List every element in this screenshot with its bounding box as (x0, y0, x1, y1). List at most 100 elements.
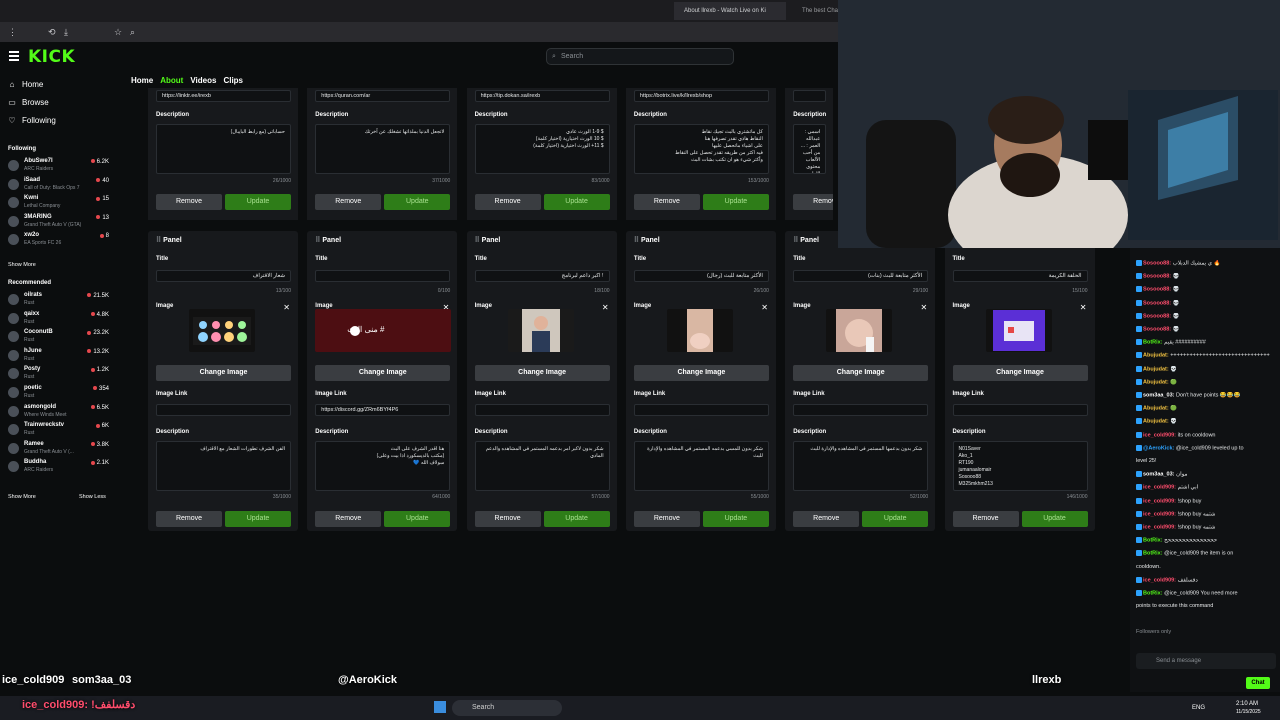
chat-username[interactable]: som3aa_03: (1143, 392, 1175, 398)
channel-item[interactable]: Posty Rust 1.2K (8, 366, 109, 382)
title-field[interactable]: ! اكبر داعم لبرنامج (474, 270, 610, 282)
description-field[interactable]: $ 1-9 الورث عادي $ 10 الورث اختيارية (اخ… (474, 124, 610, 174)
chat-username[interactable]: ice_cold909: (1143, 511, 1176, 517)
remove-button[interactable]: Remove (156, 511, 222, 527)
channel-item[interactable]: oilrats Rust 21.5K (8, 292, 109, 308)
chat-username[interactable]: Abujudat: (1143, 366, 1169, 372)
chat-username[interactable]: Sosooo88: (1143, 326, 1171, 332)
change-image-button[interactable]: Change Image (315, 365, 451, 381)
remove-button[interactable]: Remove (633, 511, 700, 527)
description-field[interactable]: الفن الشرف تطورات الشعار مع الاقتراف (156, 441, 291, 491)
chat-username[interactable]: BotRix: (1143, 551, 1163, 557)
image-link-field[interactable] (474, 404, 610, 416)
nav-browse[interactable]: ▭ Browse (8, 98, 48, 107)
chat-username[interactable]: Abujudat: (1143, 419, 1169, 425)
link-field[interactable]: https://botrix.live/k/llrexb/shop (633, 90, 769, 102)
chat-username[interactable]: Sosooo88: (1143, 287, 1171, 293)
panel-heading[interactable]: Panel (475, 236, 501, 244)
chat-username[interactable]: Abujudat: (1143, 379, 1169, 385)
title-field[interactable]: شعار الاقتراف (156, 270, 291, 282)
remove-button[interactable]: Remove (474, 194, 541, 210)
taskbar-search[interactable]: Search (452, 700, 562, 716)
image-link-field[interactable] (952, 404, 1088, 416)
chat-send-button[interactable]: Chat (1246, 677, 1270, 689)
panel-heading[interactable]: Panel (634, 236, 660, 244)
show-more-following[interactable]: Show More (8, 262, 36, 268)
channel-item[interactable]: Trainwreckstv Rust 6K (8, 422, 109, 438)
chat-username[interactable]: Abujudat: (1143, 406, 1169, 412)
chat-username[interactable]: ice_cold909: (1143, 498, 1176, 504)
chat-username[interactable]: @AeroKick: (1143, 445, 1174, 451)
change-image-button[interactable]: Change Image (474, 365, 610, 381)
description-field[interactable]: اسمي : عبدالله العمر : ... من أحب الألعا… (793, 124, 827, 174)
close-icon[interactable]: ✕ (761, 303, 768, 312)
nav-following[interactable]: ♡ Following (8, 116, 55, 125)
clock-date[interactable]: 11/15/2025 (1236, 709, 1261, 715)
link-field[interactable] (793, 90, 827, 102)
title-field[interactable]: الأكثر متابعة للبث (رجال) (633, 270, 769, 282)
description-field[interactable]: N01Saver Ako_1 RT190 jumanaalomair Sosoo… (952, 441, 1088, 491)
chat-username[interactable]: Abujudat: (1143, 353, 1169, 359)
browser-tab[interactable]: The best Cha (792, 2, 842, 20)
chat-username[interactable]: BotRix: (1143, 340, 1163, 346)
tab-videos[interactable]: Videos (190, 76, 216, 85)
channel-item[interactable]: qaixx Rust 4.8K (8, 311, 109, 327)
panel-heading[interactable]: Panel (793, 236, 819, 244)
channel-item[interactable]: CoconutB Rust 23.2K (8, 329, 109, 345)
update-button[interactable]: Update (862, 511, 929, 527)
description-field[interactable]: شكر بدون بدعمها المستمر في المشاهده والإ… (793, 441, 929, 491)
close-icon[interactable]: ✕ (283, 303, 290, 312)
close-icon[interactable]: ✕ (1080, 303, 1087, 312)
change-image-button[interactable]: Change Image (952, 365, 1088, 381)
download-icon[interactable]: ⤓ (64, 26, 68, 38)
chat-username[interactable]: BotRix: (1143, 590, 1163, 596)
update-button[interactable]: Update (702, 511, 769, 527)
description-field[interactable]: لاتجعل الدنيا بملذاتها تشغلك عن آخرتك (315, 124, 451, 174)
remove-button[interactable]: Remove (315, 194, 382, 210)
panel-heading[interactable]: Panel (315, 236, 341, 244)
channel-item[interactable]: hJune Rust 13.2K (8, 348, 109, 364)
chat-username[interactable]: som3aa_03: (1143, 472, 1175, 478)
link-field[interactable]: https://quran.com/ar (315, 90, 451, 102)
update-button[interactable]: Update (543, 194, 610, 210)
chat-username[interactable]: Sosooo88: (1143, 300, 1171, 306)
channel-item[interactable]: iSaad Call of Duty: Black Ops 7 40 (8, 177, 109, 193)
description-field[interactable]: حساباتي (مع رابط البايبال) (156, 124, 291, 174)
history-icon[interactable]: ⟲ (48, 26, 56, 38)
clock-time[interactable]: 2:10 AM (1236, 701, 1258, 707)
chat-username[interactable]: Sosooo88: (1143, 274, 1171, 280)
change-image-button[interactable]: Change Image (633, 365, 769, 381)
remove-button[interactable]: Remove (315, 511, 382, 527)
channel-item[interactable]: Ramee Grand Theft Auto V (... 3.8K (8, 441, 109, 457)
description-field[interactable]: هنا اقدر الشرف على البث (مكتب بالديسكورد… (315, 441, 451, 491)
description-field[interactable]: كل ماتشتري بالبث تجيك نقاط النقاط هاذي ت… (633, 124, 769, 174)
channel-item[interactable]: poetic Rust 354 (8, 385, 109, 401)
chat-username[interactable]: ice_cold909: (1143, 432, 1176, 438)
update-button[interactable]: Update (225, 194, 291, 210)
close-icon[interactable]: ✕ (920, 303, 927, 312)
kick-logo[interactable]: KICK (28, 47, 75, 67)
link-field[interactable]: https://tip.dokan.sa/irexb (474, 90, 610, 102)
back-icon[interactable]: ⋮ (8, 26, 17, 38)
close-icon[interactable]: ✕ (602, 303, 609, 312)
channel-item[interactable]: asmongold Where Winds Meet 6.5K (8, 404, 109, 420)
description-field[interactable]: شكر بدون لاكبر امر بدعمه المستمر في المش… (474, 441, 610, 491)
remove-button[interactable]: Remove (474, 511, 541, 527)
channel-item[interactable]: Kwni Lethal Company 15 (8, 195, 109, 211)
update-button[interactable]: Update (1021, 511, 1088, 527)
image-link-field[interactable] (633, 404, 769, 416)
change-image-button[interactable]: Change Image (793, 365, 929, 381)
update-button[interactable]: Update (384, 511, 451, 527)
link-field[interactable]: https://linktr.ee/irexb (156, 90, 291, 102)
description-field[interactable]: شكر بدون للمسي بدعمه المستمر في المشاهده… (633, 441, 769, 491)
chat-username[interactable]: ice_cold909: (1143, 485, 1176, 491)
remove-button[interactable]: Remove (952, 511, 1019, 527)
channel-item[interactable]: AbuSwe7l ARC Raiders 6.2K (8, 158, 109, 174)
language-indicator[interactable]: ENG (1192, 705, 1205, 711)
channel-item[interactable]: 3MARING Grand Theft Auto V (GTA) 13 (8, 214, 109, 230)
chat-username[interactable]: Sosooo88: (1143, 260, 1171, 266)
browser-tab-active[interactable]: About llrexb - Watch Live on Ki (674, 2, 786, 20)
remove-button[interactable]: Remove (793, 511, 860, 527)
image-link-field[interactable] (156, 404, 291, 416)
windows-start-icon[interactable] (434, 701, 446, 713)
